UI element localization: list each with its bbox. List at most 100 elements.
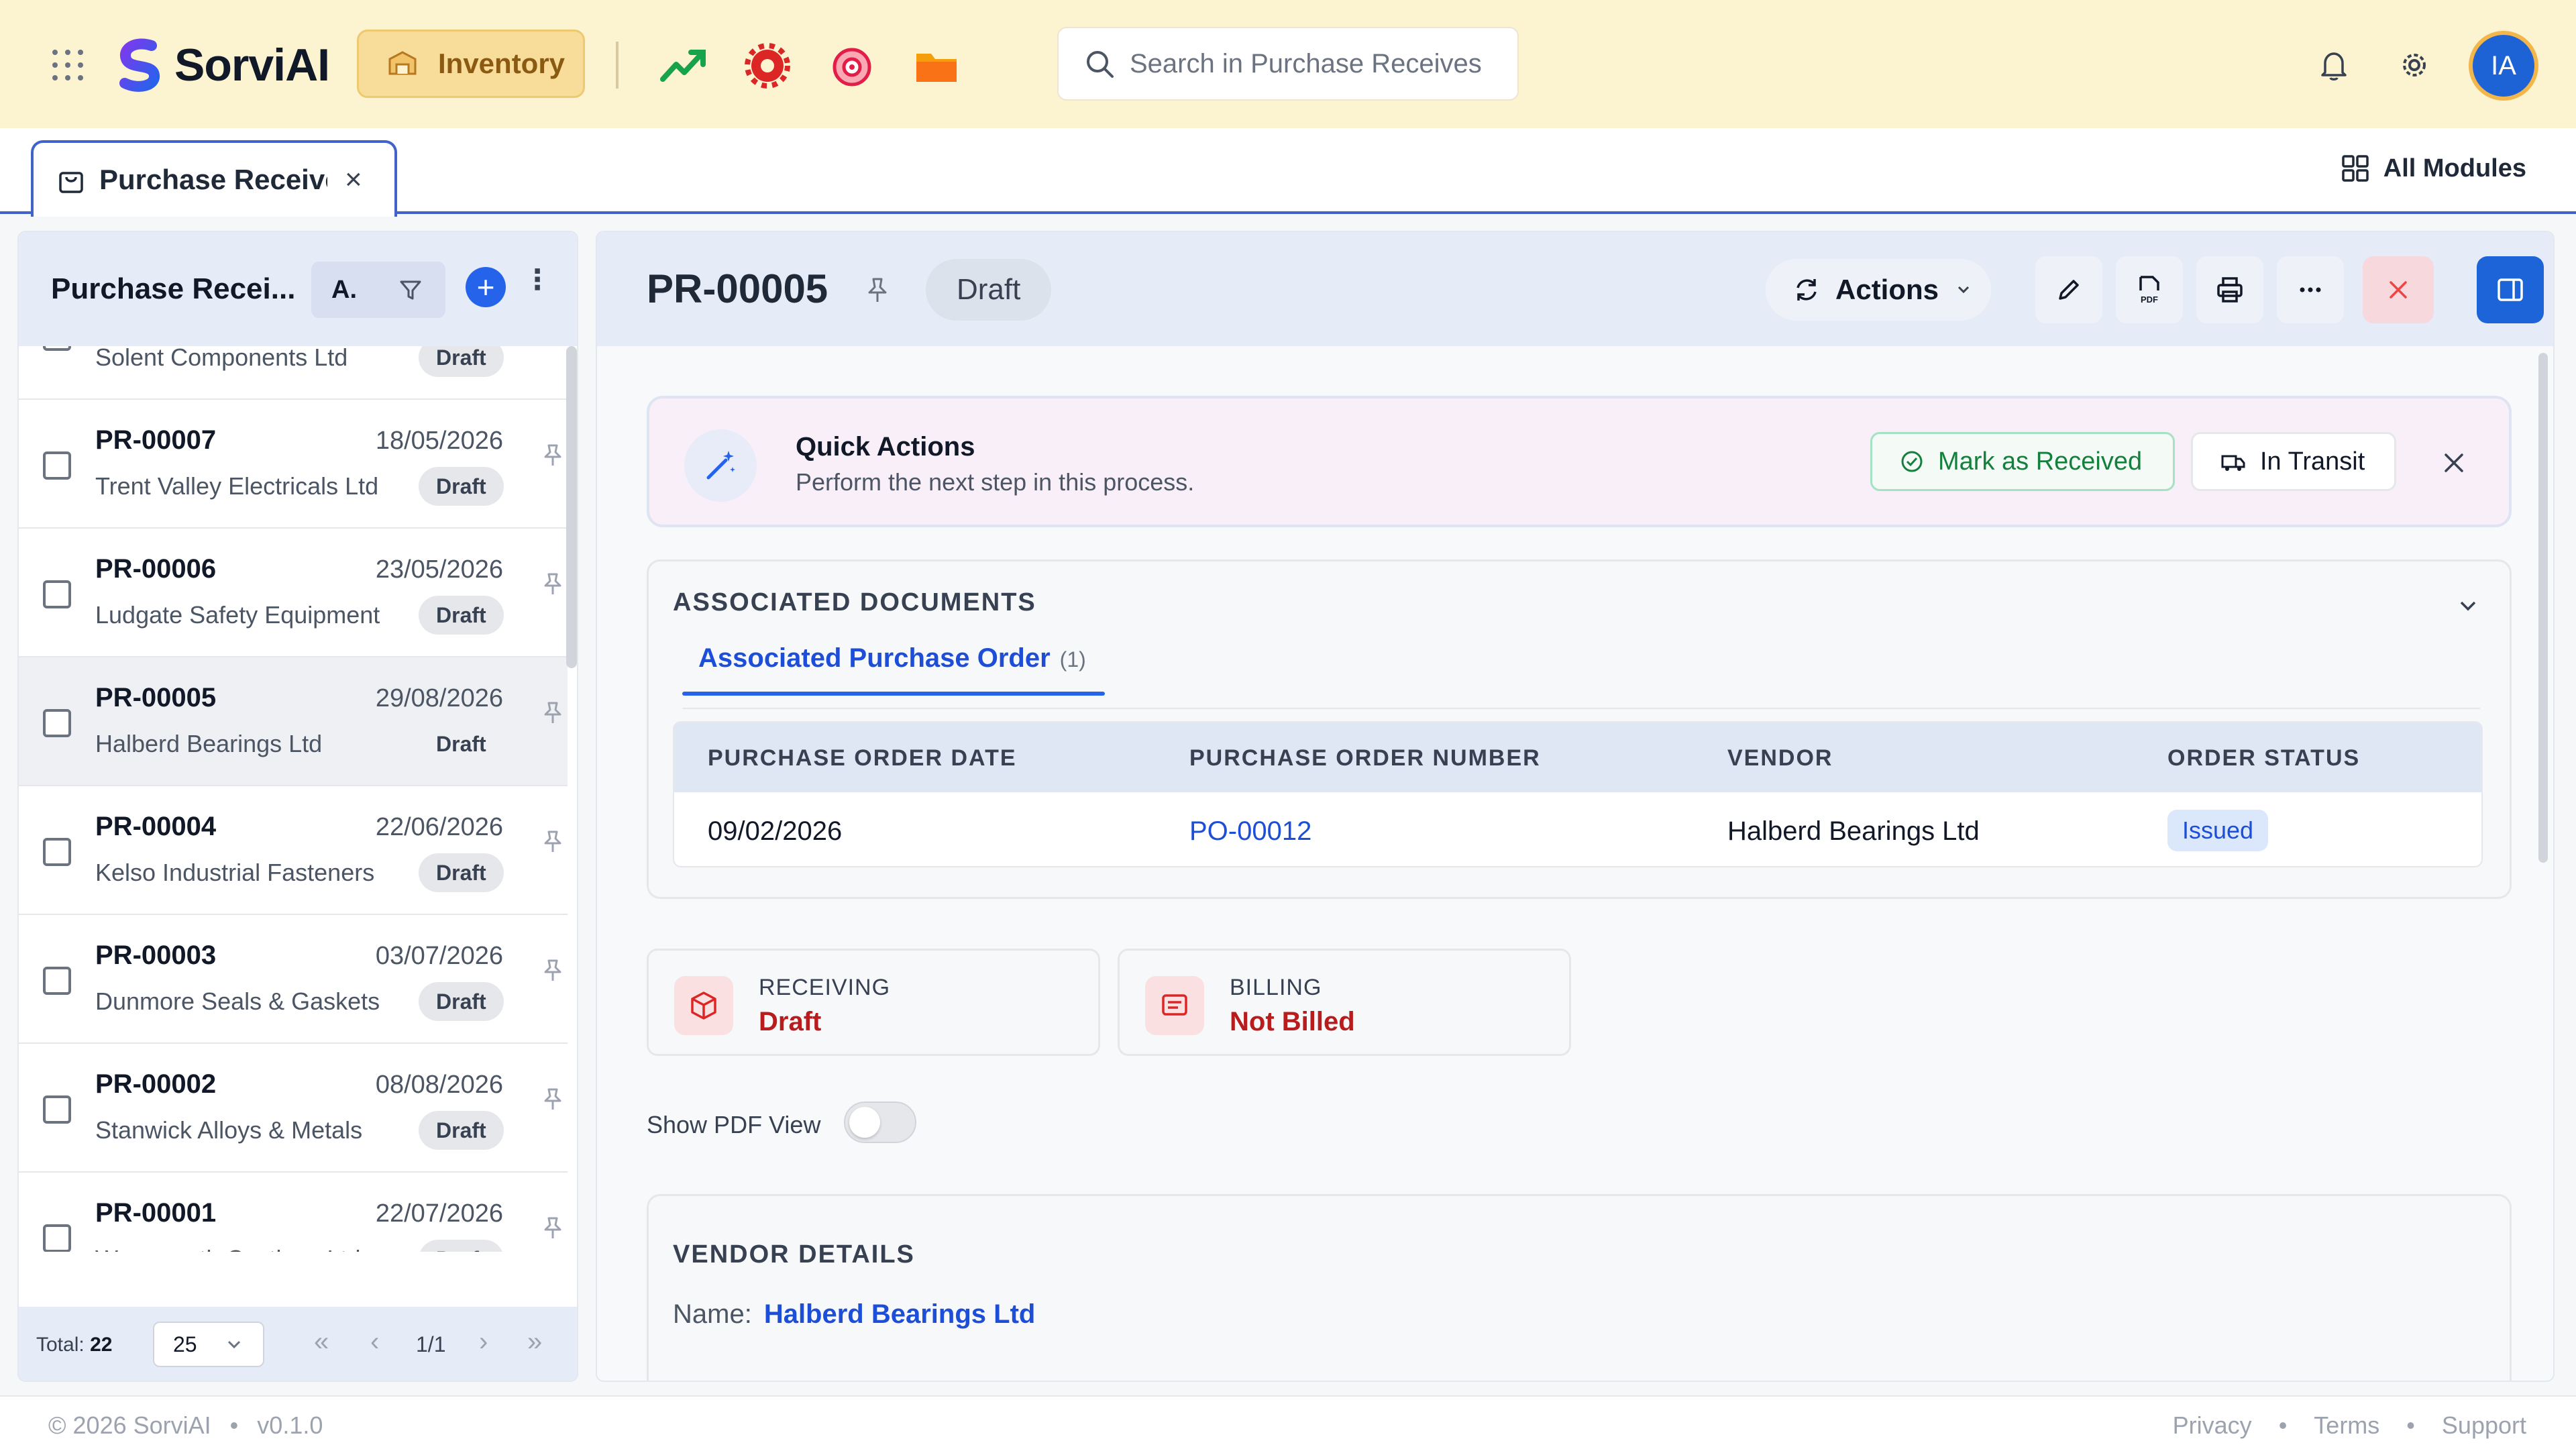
row-checkbox[interactable] (43, 346, 71, 351)
row-checkbox[interactable] (43, 1224, 71, 1252)
pin-icon[interactable] (861, 274, 894, 306)
support-link[interactable]: Support (2442, 1411, 2526, 1440)
vendor-name: Solent Components Ltd (95, 346, 348, 371)
receive-date: 22/06/2026 (375, 813, 503, 841)
toggle-side-panel-button[interactable] (2477, 256, 2544, 323)
receive-date: 03/07/2026 (375, 942, 503, 970)
first-page-button[interactable]: « (314, 1327, 329, 1357)
settings-gear-icon[interactable] (2396, 47, 2432, 83)
list-item[interactable]: PR-00005 29/08/2026 Halberd Bearings Ltd Dr… (19, 657, 568, 786)
pin-icon[interactable] (538, 698, 568, 727)
global-search-input[interactable]: Search in Purchase Receives (1057, 27, 1519, 101)
list-item[interactable]: PR-00002 08/08/2026 Stanwick Alloys & Meta… (19, 1044, 568, 1173)
row-checkbox[interactable] (43, 580, 71, 608)
detail-scrollbar[interactable] (2538, 353, 2548, 863)
status-badge: Draft (926, 259, 1052, 321)
list-scrollbar[interactable] (566, 346, 577, 668)
pdf-button[interactable]: PDF (2116, 256, 2183, 323)
pin-icon[interactable] (538, 1213, 568, 1242)
detail-header: PR-00005 Draft Actions PDF (597, 232, 2553, 346)
terms-link[interactable]: Terms (2314, 1411, 2379, 1440)
status-badge: Draft (419, 596, 504, 635)
sales-chart-icon[interactable] (659, 42, 707, 90)
mark-as-received-button[interactable]: Mark as Received (1870, 432, 2175, 491)
row-checkbox[interactable] (43, 838, 71, 866)
show-pdf-view-toggle[interactable] (844, 1102, 916, 1143)
receive-number: PR-00007 (95, 425, 217, 455)
receive-number: PR-00004 (95, 812, 217, 841)
filter-button[interactable] (377, 276, 444, 303)
in-transit-button[interactable]: In Transit (2191, 432, 2396, 491)
list-item[interactable]: PR-00004 22/06/2026 Kelso Industrial Faste… (19, 786, 568, 915)
page-size-value: 25 (173, 1332, 197, 1356)
copyright-text: © 2026 SorviAI (48, 1411, 211, 1439)
receiving-status-card: RECEIVING Draft (647, 949, 1100, 1056)
show-pdf-view-label: Show PDF View (647, 1111, 821, 1138)
list-item[interactable]: PR-00003 03/07/2026 Dunmore Seals & Gasket… (19, 915, 568, 1044)
dismiss-quick-actions-icon[interactable] (2436, 445, 2471, 480)
page-indicator: 1/1 (416, 1332, 446, 1356)
pin-icon[interactable] (538, 440, 568, 470)
more-actions-button[interactable] (2277, 256, 2344, 323)
notifications-bell-icon[interactable] (2316, 47, 2352, 83)
close-tab-icon[interactable]: × (345, 163, 362, 197)
user-avatar[interactable]: IA (2469, 31, 2538, 101)
all-modules-button[interactable]: All Modules (2341, 154, 2526, 183)
list-item[interactable]: PR-00006 23/05/2026 Ludgate Safety Equipme… (19, 529, 568, 657)
last-page-button[interactable]: » (527, 1327, 542, 1357)
vendor-name: Stanwick Alloys & Metals (95, 1116, 363, 1144)
page-size-select[interactable]: 25 (153, 1322, 264, 1367)
more-options-icon[interactable]: ⋮ (523, 266, 551, 294)
pencil-icon (2059, 280, 2079, 300)
close-detail-button[interactable] (2363, 256, 2434, 323)
tab-associated-purchase-order[interactable]: Associated Purchase Order (1) (698, 643, 1086, 674)
brand-logo[interactable]: SorviAI (111, 36, 330, 94)
print-button[interactable] (2196, 256, 2263, 323)
row-checkbox[interactable] (43, 1095, 71, 1124)
inventory-icon (388, 51, 417, 75)
check-circle-icon (1901, 451, 1923, 472)
order-status-badge: Issued (2167, 810, 2269, 851)
prev-page-button[interactable]: ‹ (370, 1327, 379, 1357)
collapse-chevron-icon[interactable] (2452, 590, 2484, 622)
folder-app-icon[interactable] (912, 42, 961, 90)
add-purchase-receive-button[interactable]: + (466, 267, 506, 307)
vendor-name-link[interactable]: Halberd Bearings Ltd (764, 1299, 1036, 1329)
sort-button[interactable]: A. (311, 276, 377, 305)
total-count: Total: 22 (36, 1334, 112, 1356)
status-badge: Draft (419, 853, 504, 892)
pdf-icon: PDF (2139, 276, 2159, 305)
actions-dropdown-button[interactable]: Actions (1766, 259, 1991, 321)
pin-icon[interactable] (538, 1084, 568, 1114)
pin-icon[interactable] (538, 826, 568, 856)
truck-icon (2221, 455, 2245, 471)
settings-gear-app-icon[interactable] (743, 42, 792, 90)
target-app-icon[interactable] (828, 42, 876, 90)
row-checkbox[interactable] (43, 967, 71, 995)
shopping-bag-icon (59, 172, 83, 193)
module-switcher-button[interactable]: Inventory (357, 30, 585, 98)
pin-icon[interactable] (538, 569, 568, 598)
edit-button[interactable] (2035, 256, 2102, 323)
tab-purchase-receives[interactable]: Purchase Receives × (31, 140, 397, 217)
page-footer: © 2026 SorviAI • v0.1.0 Privacy • Terms … (0, 1395, 2576, 1449)
quick-actions-title: Quick Actions (796, 432, 975, 462)
vendor-name-row: Name: Halberd Bearings Ltd (673, 1299, 1035, 1330)
po-number-link[interactable]: PO-00012 (1189, 816, 1311, 847)
associated-documents-section: ASSOCIATED DOCUMENTS Associated Purchase… (647, 559, 2512, 899)
associated-tab-label: Associated Purchase Order (698, 643, 1051, 673)
list-item[interactable]: Solent Components Ltd Draft (19, 346, 568, 400)
list-item[interactable]: PR-00007 18/05/2026 Trent Valley Electrica… (19, 400, 568, 529)
app-launcher-icon[interactable] (52, 50, 83, 80)
list-item[interactable]: PR-00001 22/07/2026 Wearmouth Castings Ltd… (19, 1173, 568, 1252)
row-checkbox[interactable] (43, 709, 71, 737)
privacy-link[interactable]: Privacy (2173, 1411, 2252, 1440)
total-label: Total: (36, 1334, 85, 1356)
next-page-button[interactable]: › (479, 1327, 488, 1357)
footer-links: Privacy • Terms • Support (2172, 1411, 2526, 1440)
column-header: PURCHASE ORDER DATE (708, 745, 1017, 771)
logo-mark-icon (119, 38, 160, 92)
row-checkbox[interactable] (43, 451, 71, 480)
vendor-name: Ludgate Safety Equipment (95, 601, 380, 629)
pin-icon[interactable] (538, 955, 568, 985)
